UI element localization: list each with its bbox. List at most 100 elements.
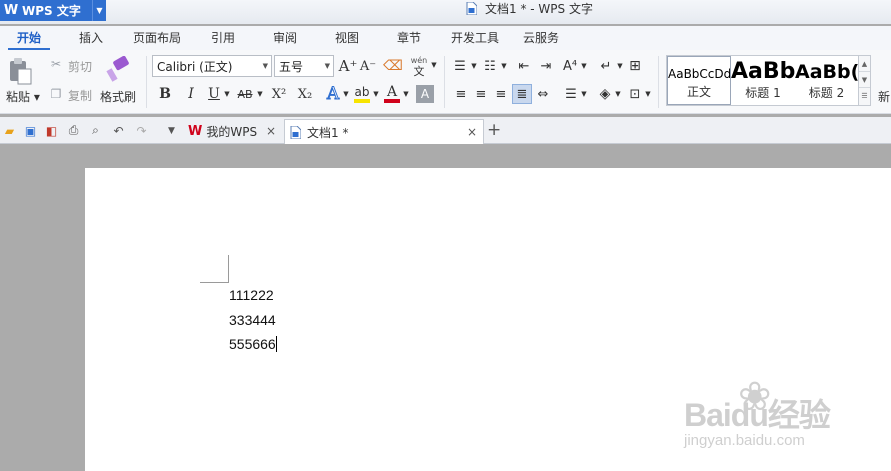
italic-button[interactable]: I [182, 84, 200, 104]
character-shading-button[interactable]: A [416, 85, 434, 103]
app-name: WPS 文字 [22, 4, 81, 18]
clear-format-icon[interactable]: ⌫ [382, 55, 404, 77]
strikethrough-button[interactable]: AB [234, 84, 256, 104]
style-heading-1[interactable]: AaBb 标题 1 [731, 56, 795, 105]
grow-font-button[interactable]: A⁺ [338, 56, 358, 76]
bold-button[interactable]: B [156, 84, 174, 104]
pinyin-guide-button[interactable]: wén 文 [408, 53, 430, 79]
tab-home[interactable]: 开始 [0, 26, 58, 50]
print-icon[interactable]: ⎙ [66, 123, 81, 138]
app-menu-button[interactable]: W WPS 文字 ▼ [0, 0, 106, 21]
chevron-down-icon[interactable]: ▼ [402, 84, 410, 104]
quick-access-bar: ▰ ▣ ◧ ⎙ ⌕ ↶ ↷ ▼ W 我的WPS × 文档1 * × [0, 117, 891, 144]
print-preview-icon[interactable]: ⌕ [88, 123, 103, 138]
app-menu-dropdown-icon[interactable]: ▼ [92, 0, 106, 21]
chevron-down-icon: ▼ [262, 62, 268, 70]
superscript-button[interactable]: X² [268, 84, 290, 104]
paste-icon[interactable] [6, 56, 34, 86]
format-painter-icon[interactable] [106, 56, 130, 82]
chevron-down-icon[interactable]: ▼ [372, 84, 380, 104]
save-icon[interactable]: ▣ [23, 123, 38, 138]
tab-page-layout[interactable]: 页面布局 [126, 26, 188, 50]
scroll-up-icon[interactable]: ▲ [859, 56, 870, 72]
font-name-select[interactable]: Calibri (正文) ▼ [152, 55, 272, 77]
style-heading-2[interactable]: AaBb( 标题 2 [795, 56, 858, 105]
tab-section[interactable]: 章节 [382, 26, 436, 50]
redo-icon[interactable]: ↷ [134, 123, 149, 138]
numbered-list-icon[interactable]: ☷ [480, 56, 500, 76]
new-tab-button[interactable]: + [487, 120, 501, 140]
chevron-down-icon: ▼ [324, 62, 330, 70]
align-left-icon[interactable]: ≡ [452, 85, 470, 103]
paste-button[interactable]: 粘贴 ▾ [6, 88, 40, 105]
chevron-down-icon[interactable]: ▼ [470, 58, 478, 74]
tab-document-1[interactable]: 文档1 * × [284, 119, 484, 144]
font-color-button[interactable]: A [382, 83, 402, 105]
chevron-down-icon[interactable]: ▼ [342, 84, 350, 104]
wps-logo-icon: W [3, 3, 19, 18]
shading-icon[interactable]: ◈ [596, 84, 614, 104]
copy-icon[interactable]: ❐ [48, 86, 64, 102]
scroll-down-icon[interactable]: ▼ [859, 72, 870, 88]
close-icon[interactable]: × [467, 125, 477, 139]
ribbon-separator [658, 56, 659, 108]
tab-my-wps[interactable]: W 我的WPS × [182, 119, 282, 144]
tab-view[interactable]: 视图 [320, 26, 374, 50]
document-line[interactable]: 111222 [229, 286, 274, 304]
chevron-down-icon[interactable]: ▼ [614, 86, 622, 102]
wps-logo-icon: W [188, 124, 203, 139]
decrease-indent-icon[interactable]: ⇤ [514, 56, 534, 76]
style-normal[interactable]: AaBbCcDd 正文 [667, 56, 731, 105]
cut-button[interactable]: 剪切 [68, 58, 92, 75]
text-effect-button[interactable]: A [324, 83, 342, 105]
tab-developer[interactable]: 开发工具 [444, 26, 506, 50]
open-folder-icon[interactable]: ▰ [2, 123, 17, 138]
table-icon[interactable]: ⊞ [626, 56, 644, 76]
styles-gallery-scroll[interactable]: ▲ ▼ ☰ [858, 55, 871, 106]
document-line[interactable]: 333444 [229, 311, 276, 329]
chevron-down-icon[interactable]: ▼ [500, 58, 508, 74]
tab-references[interactable]: 引用 [196, 26, 250, 50]
gallery-more-icon[interactable]: ☰ [859, 88, 870, 104]
underline-button[interactable]: U [205, 84, 223, 104]
shrink-font-button[interactable]: A⁻ [358, 56, 378, 76]
window-title-text: 文档1 * - WPS 文字 [485, 2, 593, 16]
format-painter-button[interactable]: 格式刷 [100, 88, 136, 105]
new-style-button[interactable]: 新 [878, 88, 890, 105]
text-direction-icon[interactable]: A⁴ [560, 56, 580, 76]
subscript-button[interactable]: X₂ [294, 84, 316, 104]
cut-icon[interactable]: ✂ [48, 56, 64, 72]
bullet-list-icon[interactable]: ☰ [450, 56, 470, 76]
copy-button[interactable]: 复制 [68, 87, 92, 104]
chevron-down-icon[interactable]: ▼ [223, 84, 231, 104]
highlight-button[interactable]: ab [352, 83, 372, 105]
tab-insert[interactable]: 插入 [64, 26, 118, 50]
chevron-down-icon[interactable]: ▼ [430, 58, 438, 72]
align-center-icon[interactable]: ≡ [472, 85, 490, 103]
distribute-icon[interactable]: ⇔ [534, 85, 552, 103]
chevron-down-icon[interactable]: ▼ [616, 58, 624, 74]
undo-icon[interactable]: ↶ [111, 123, 126, 138]
chevron-down-icon[interactable]: ▼ [644, 86, 652, 102]
align-right-icon[interactable]: ≡ [492, 85, 510, 103]
export-pdf-icon[interactable]: ◧ [44, 123, 59, 138]
tab-cloud-services[interactable]: 云服务 [514, 26, 568, 50]
ribbon-separator [444, 56, 445, 108]
document-icon [290, 125, 301, 139]
styles-gallery: AaBbCcDd 正文 AaBb 标题 1 AaBb( 标题 2 [666, 55, 859, 106]
chevron-down-icon[interactable]: ▼ [256, 84, 264, 104]
tab-review[interactable]: 审阅 [258, 26, 312, 50]
borders-icon[interactable]: ⊡ [626, 85, 644, 103]
window-title: 文档1 * - WPS 文字 [466, 0, 593, 17]
justify-icon[interactable]: ≣ [512, 84, 532, 104]
show-marks-icon[interactable]: ↵ [596, 56, 616, 76]
dropdown-icon[interactable]: ▼ [164, 123, 179, 138]
increase-indent-icon[interactable]: ⇥ [536, 56, 556, 76]
chevron-down-icon[interactable]: ▼ [580, 58, 588, 74]
menu-tabs: 开始 插入 页面布局 引用 审阅 视图 章节 开发工具 云服务 [0, 26, 891, 50]
font-size-select[interactable]: 五号 ▼ [274, 55, 334, 77]
close-icon[interactable]: × [266, 124, 276, 138]
document-line-with-caret[interactable]: 555666 [229, 335, 277, 353]
line-spacing-icon[interactable]: ☰ [562, 85, 580, 103]
chevron-down-icon[interactable]: ▼ [580, 86, 588, 102]
